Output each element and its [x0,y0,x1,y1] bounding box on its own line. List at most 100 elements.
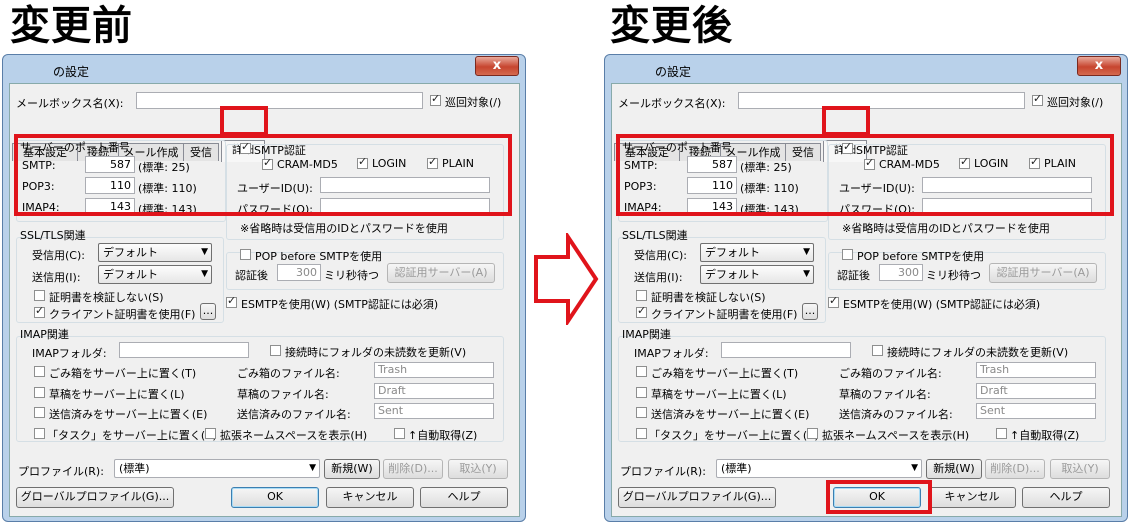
no-verify-label: 証明書を検証しない(S) [651,291,766,304]
sent-on-server-label: 送信済みをサーバー上に置く(E) [651,408,810,421]
draft-file-input[interactable]: Draft [976,383,1096,399]
wait-unit: ミリ秒待つ [324,269,379,282]
patrol-target-checkbox[interactable] [1032,92,1043,106]
global-profile-button[interactable]: グローバルプロファイル(G)... [16,487,174,508]
trash-file-input[interactable]: Trash [976,362,1096,378]
sent-file-label: 送信済みのファイル名: [237,408,351,421]
pop-before-checkbox[interactable] [842,249,853,260]
mailbox-name-label: メールボックス名(X): [618,97,726,110]
wait-label: 認証後 [837,269,870,282]
auto-fetch-checkbox[interactable] [394,428,405,439]
auth-server-button[interactable]: 認証用サーバー(A) [387,263,495,283]
client-cert-label: クライアント証明書を使用(F) [49,308,196,321]
draft-on-server-checkbox[interactable] [636,387,647,398]
client-cert-checkbox[interactable] [34,304,45,318]
imap-group-legend: IMAP関連 [20,328,69,341]
new-profile-button[interactable]: 新規(W) [324,459,380,479]
cancel-button[interactable]: キャンセル [326,487,414,508]
sent-file-label: 送信済みのファイル名: [839,408,953,421]
ssl-send-label: 送信用(I): [32,271,81,284]
import-profile-button[interactable]: 取込(Y) [448,459,508,479]
auth-note: ※省略時は受信用のIDとパスワードを使用 [842,222,1050,235]
namespace-label: 拡張ネームスペースを表示(H) [220,429,368,442]
dialog-title: の設定 [53,65,90,79]
delete-profile-button[interactable]: 削除(D)... [985,459,1045,479]
cancel-button[interactable]: キャンセル [928,487,1016,508]
trash-on-server-checkbox[interactable] [34,366,45,377]
new-profile-button[interactable]: 新規(W) [926,459,982,479]
profile-select[interactable]: (標準) ▼ [716,459,922,478]
right-arrow-icon [534,233,599,325]
close-button[interactable]: x [475,56,519,76]
update-unread-checkbox[interactable] [872,345,883,356]
ssl-recv-select[interactable]: デフォルト ▼ [98,243,212,262]
mailbox-name-input[interactable] [738,92,1025,109]
ssl-send-select[interactable]: デフォルト ▼ [98,265,212,284]
profile-label: プロファイル(R): [620,465,706,478]
ssl-group-legend: SSL/TLS関連 [20,229,86,242]
ssl-send-select[interactable]: デフォルト ▼ [700,265,814,284]
draft-file-input[interactable]: Draft [374,383,494,399]
auto-fetch-checkbox[interactable] [996,428,1007,439]
trash-on-server-checkbox[interactable] [636,366,647,377]
profile-select[interactable]: (標準) ▼ [114,459,320,478]
chevron-down-icon: ▼ [201,247,208,257]
update-unread-label: 接続時にフォルダの未読数を更新(V) [887,346,1069,359]
imap-folder-input[interactable] [721,342,851,358]
sent-on-server-checkbox[interactable] [636,407,647,418]
highlight-port-auth [14,134,512,216]
mailbox-name-label: メールボックス名(X): [16,97,124,110]
task-on-server-checkbox[interactable] [636,428,647,439]
draft-on-server-label: 草稿をサーバー上に置く(L) [49,388,185,401]
task-on-server-label: 「タスク」をサーバー上に置く(K) [47,429,217,442]
task-on-server-checkbox[interactable] [34,428,45,439]
trash-file-input[interactable]: Trash [374,362,494,378]
imap-group-legend: IMAP関連 [622,328,671,341]
delete-profile-button[interactable]: 削除(D)... [383,459,443,479]
global-profile-button[interactable]: グローバルプロファイル(G)... [618,487,776,508]
auto-fetch-label: ↑自動取得(Z) [1010,429,1080,442]
heading-before: 変更前 [10,3,133,49]
no-verify-checkbox[interactable] [34,290,45,301]
sent-file-input[interactable]: Sent [374,403,494,419]
namespace-checkbox[interactable] [205,428,216,439]
help-button[interactable]: ヘルプ [1022,487,1110,508]
esmtp-checkbox[interactable] [226,294,237,308]
wait-input[interactable]: 300 [879,264,923,281]
ssl-recv-select[interactable]: デフォルト ▼ [700,243,814,262]
sent-on-server-checkbox[interactable] [34,407,45,418]
help-button[interactable]: ヘルプ [420,487,508,508]
task-on-server-label: 「タスク」をサーバー上に置く(K) [649,429,819,442]
no-verify-label: 証明書を検証しない(S) [49,291,164,304]
imap-folder-input[interactable] [119,342,249,358]
wait-input[interactable]: 300 [277,264,321,281]
highlight-advanced-tab [822,106,870,136]
import-profile-button[interactable]: 取込(Y) [1050,459,1110,479]
ssl-recv-label: 受信用(C): [634,249,687,262]
patrol-target-label: 巡回対象(/) [445,96,502,109]
ssl-recv-label: 受信用(C): [32,249,85,262]
mailbox-name-input[interactable] [136,92,423,109]
client-cert-browse-button[interactable]: ... [200,303,216,320]
wait-unit: ミリ秒待つ [926,269,981,282]
auto-fetch-label: ↑自動取得(Z) [408,429,478,442]
namespace-checkbox[interactable] [807,428,818,439]
esmtp-checkbox[interactable] [828,294,839,308]
client-cert-checkbox[interactable] [636,304,647,318]
auth-server-button[interactable]: 認証用サーバー(A) [989,263,1097,283]
sent-file-input[interactable]: Sent [976,403,1096,419]
chevron-down-icon: ▼ [911,463,918,473]
ok-button[interactable]: OK [231,487,319,508]
trash-on-server-label: ごみ箱をサーバー上に置く(T) [651,367,799,380]
close-button[interactable]: x [1077,56,1121,76]
highlight-ok-button [826,480,932,514]
trash-file-label: ごみ箱のファイル名: [237,367,340,380]
update-unread-checkbox[interactable] [270,345,281,356]
draft-on-server-checkbox[interactable] [34,387,45,398]
dialog-title: の設定 [655,65,692,79]
patrol-target-checkbox[interactable] [430,92,441,106]
chevron-down-icon: ▼ [309,463,316,473]
client-cert-browse-button[interactable]: ... [802,303,818,320]
no-verify-checkbox[interactable] [636,290,647,301]
pop-before-checkbox[interactable] [240,249,251,260]
